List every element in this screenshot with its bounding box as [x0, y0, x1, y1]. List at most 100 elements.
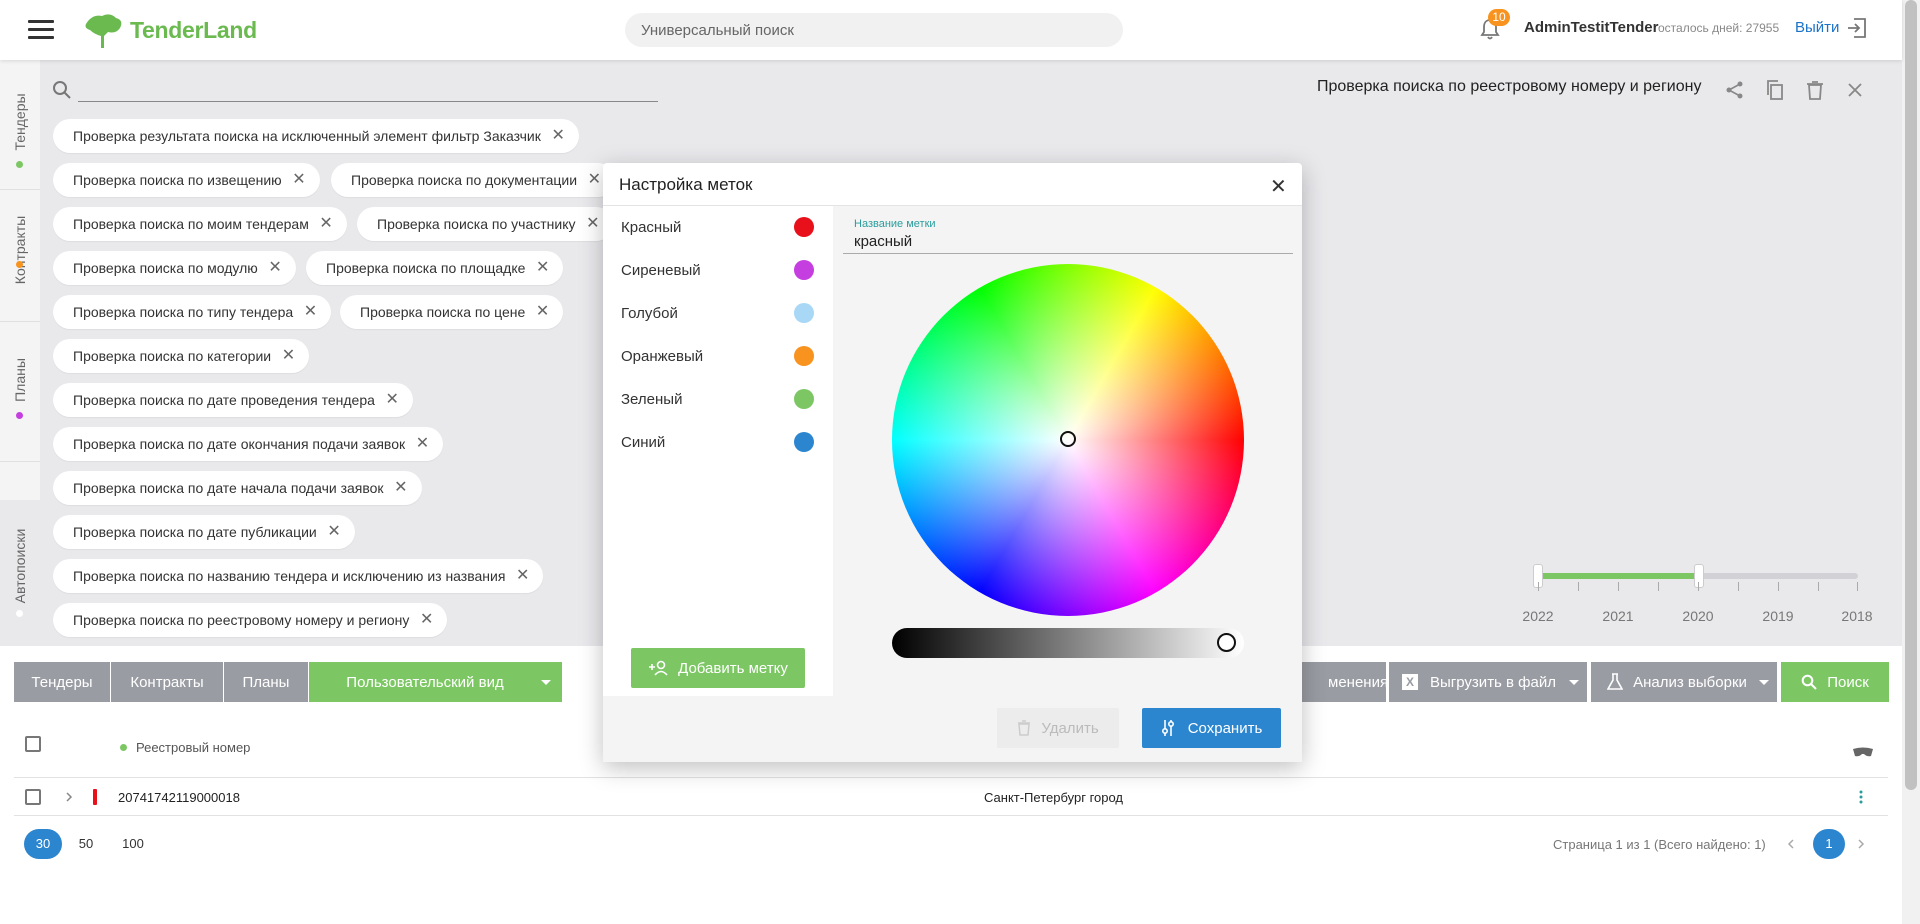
select-all-checkbox[interactable] [25, 736, 41, 752]
changes-button[interactable]: менения [1302, 662, 1388, 702]
page-button-current[interactable]: 1 [1813, 829, 1845, 859]
page-size-50[interactable]: 50 [67, 829, 105, 859]
autosearch-chip[interactable]: Проверка поиска по участнику ✕ [357, 207, 614, 241]
year-range-handle-end[interactable] [1694, 564, 1704, 588]
tab-tenders[interactable]: Тендеры [14, 662, 110, 702]
row-checkbox[interactable] [25, 789, 41, 805]
tab-plans[interactable]: Планы [224, 662, 308, 702]
logo-text: TenderLand [130, 16, 257, 43]
flask-icon [1607, 673, 1624, 690]
label-color-swatch [794, 346, 814, 366]
close-icon[interactable]: ✕ [327, 515, 340, 549]
label-item[interactable]: Сиреневый [603, 249, 833, 292]
chevron-left-icon[interactable] [1786, 838, 1796, 850]
view-select-button[interactable]: Пользовательский вид [309, 662, 541, 702]
label-item[interactable]: Красный [603, 206, 833, 249]
vtab-tenders[interactable]: Тендеры [0, 60, 40, 190]
autosearch-chip[interactable]: Проверка поиска по дате публикации ✕ [53, 515, 355, 549]
autosearch-chip[interactable]: Проверка поиска по реестровому номеру и … [53, 603, 448, 637]
vtab-autosearches[interactable]: Автопоиски [0, 500, 40, 646]
analysis-button[interactable]: Анализ выборки [1591, 662, 1763, 702]
close-icon[interactable]: ✕ [1270, 174, 1287, 199]
autosearch-chip[interactable]: Проверка поиска по документации ✕ [331, 163, 616, 197]
more-vertical-icon[interactable] [1858, 789, 1864, 805]
chip-label: Проверка поиска по дате проведения тенде… [73, 392, 375, 408]
logo[interactable]: TenderLand [82, 10, 257, 50]
tick [1778, 582, 1779, 591]
page-size-100[interactable]: 100 [114, 829, 152, 859]
autosearch-filter-input[interactable] [78, 78, 658, 102]
brightness-slider[interactable] [892, 628, 1244, 658]
autosearch-chip[interactable]: Проверка поиска по цене ✕ [340, 295, 564, 329]
search-icon [53, 81, 71, 99]
close-icon[interactable]: ✕ [282, 339, 295, 373]
sliders-icon [1161, 720, 1174, 736]
close-icon[interactable]: ✕ [536, 251, 549, 285]
autosearch-chip[interactable]: Проверка результата поиска на исключенны… [53, 119, 579, 153]
close-icon[interactable]: ✕ [586, 207, 599, 241]
chevron-right-icon[interactable] [64, 791, 74, 803]
export-button[interactable]: X Выгрузить в файл [1389, 662, 1569, 702]
label-name-input[interactable] [843, 230, 1293, 254]
add-user-icon [649, 660, 668, 676]
vtab-plans[interactable]: Планы [0, 322, 40, 462]
username[interactable]: AdminTestitTender [1524, 19, 1658, 36]
close-icon[interactable]: ✕ [268, 251, 281, 285]
color-wheel-handle[interactable] [1060, 431, 1076, 447]
autosearch-chip[interactable]: Проверка поиска по извещению ✕ [53, 163, 320, 197]
close-icon[interactable]: ✕ [588, 163, 601, 197]
chevron-right-icon[interactable] [1856, 838, 1866, 850]
menu-icon[interactable] [28, 20, 54, 40]
label-item[interactable]: Зеленый [603, 378, 833, 421]
logout-icon[interactable] [1846, 17, 1868, 39]
label-color-swatch [794, 389, 814, 409]
label-item[interactable]: Оранжевый [603, 335, 833, 378]
autosearch-chip[interactable]: Проверка поиска по дате начала подачи за… [53, 471, 422, 505]
analysis-dropdown-button[interactable] [1750, 662, 1777, 702]
close-icon[interactable]: ✕ [319, 207, 332, 241]
export-dropdown-button[interactable] [1560, 662, 1587, 702]
autosearch-chip[interactable]: Проверка поиска по моим тендерам ✕ [53, 207, 347, 241]
column-header-registry-number[interactable]: Реестровый номер [136, 740, 250, 755]
universal-search-input[interactable]: Универсальный поиск [625, 13, 1123, 47]
autosearch-chip[interactable]: Проверка поиска по дате окончания подачи… [53, 427, 444, 461]
close-icon[interactable]: ✕ [304, 295, 317, 329]
autosearch-chip[interactable]: Проверка поиска по названию тендера и ис… [53, 559, 544, 593]
trash-icon[interactable] [1804, 79, 1826, 101]
region: Санкт-Петербург город [984, 790, 1124, 805]
view-dropdown-button[interactable] [530, 662, 562, 702]
autosearch-chip[interactable]: Проверка поиска по типу тендера ✕ [53, 295, 332, 329]
search-button[interactable]: Поиск [1781, 662, 1889, 702]
close-icon[interactable]: ✕ [420, 603, 433, 637]
mask-icon[interactable] [1852, 746, 1874, 758]
registry-number[interactable]: 207417421190000​18 [118, 790, 240, 805]
copy-icon[interactable] [1764, 79, 1786, 101]
autosearch-chip[interactable]: Проверка поиска по площадке ✕ [306, 251, 564, 285]
logout-link[interactable]: Выйти [1795, 19, 1839, 36]
close-icon[interactable]: ✕ [416, 427, 429, 461]
close-icon[interactable]: ✕ [292, 163, 305, 197]
share-icon[interactable] [1724, 79, 1746, 101]
close-icon[interactable] [1844, 79, 1866, 101]
page-scrollbar-thumb[interactable] [1905, 0, 1917, 790]
add-label-button[interactable]: Добавить метку [631, 648, 805, 688]
label-item[interactable]: Синий [603, 421, 833, 464]
save-button[interactable]: Сохранить [1142, 708, 1281, 748]
close-icon[interactable]: ✕ [551, 119, 564, 153]
autosearch-chip[interactable]: Проверка поиска по категории ✕ [53, 339, 310, 373]
autosearch-chip[interactable]: Проверка поиска по модулю ✕ [53, 251, 296, 285]
close-icon[interactable]: ✕ [386, 383, 399, 417]
days-left: осталось дней: 27955 [1658, 21, 1780, 35]
close-icon[interactable]: ✕ [536, 295, 549, 329]
page-size-30[interactable]: 30 [24, 829, 62, 859]
close-icon[interactable]: ✕ [394, 471, 407, 505]
brightness-slider-handle[interactable] [1217, 633, 1236, 652]
analysis-label: Анализ выборки [1633, 673, 1747, 691]
tab-contracts[interactable]: Контракты [111, 662, 223, 702]
delete-button[interactable]: Удалить [997, 708, 1119, 748]
vtab-contracts[interactable]: Контракты [0, 190, 40, 322]
label-item[interactable]: Голубой [603, 292, 833, 335]
autosearch-chip[interactable]: Проверка поиска по дате проведения тенде… [53, 383, 413, 417]
close-icon[interactable]: ✕ [516, 559, 529, 593]
detail-title: Проверка поиска по реестровому номеру и … [1317, 78, 1702, 95]
